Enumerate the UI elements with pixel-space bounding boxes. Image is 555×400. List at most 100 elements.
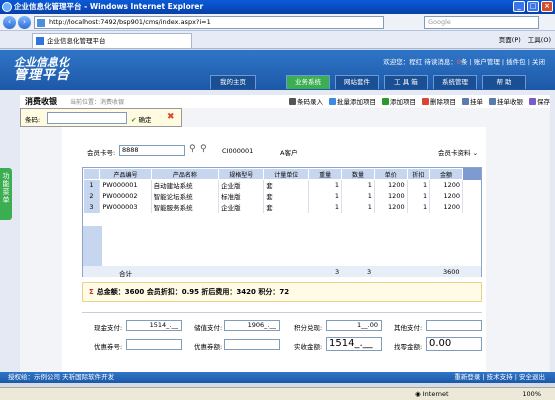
window-title: 企业信息化管理平台 - Windows Internet Explorer — [14, 2, 204, 11]
account-link[interactable]: 账户管理 — [474, 58, 500, 66]
coupon-amt-input[interactable] — [224, 339, 280, 350]
save-icon — [529, 98, 536, 105]
customer-name: A客户 — [280, 149, 298, 157]
breadcrumb: 当前位置：消费收银 — [70, 99, 125, 106]
page-menu[interactable]: 页面(P) — [499, 34, 521, 44]
function-menu-tab[interactable]: 功能菜单 — [0, 168, 12, 220]
globe-icon: ◉ — [415, 390, 421, 398]
nav-tab-home[interactable]: 我的主页 — [210, 75, 256, 89]
app-footer: 授权给：示例公司 天祈国际软件开发 重新登录 | 技术支持 | 安全退出 — [0, 372, 555, 383]
hold-checkout-button[interactable]: 挂单收银 — [489, 96, 523, 106]
col-name: 产品名称 — [150, 168, 220, 180]
points-input[interactable]: 1__.00 — [326, 320, 382, 331]
plus-icon — [382, 98, 389, 105]
customer-number: CI000001 — [222, 147, 254, 155]
page-title: 消费收银 — [25, 97, 57, 106]
window-titlebar: 企业信息化管理平台 - Windows Internet Explorer _ … — [0, 0, 555, 14]
payment-area: 现金支付: 1514_.__ 储值支付: 1906_.__ 积分兑现: 1__.… — [82, 312, 482, 356]
nav-tab-business[interactable]: 业务系统 — [286, 75, 330, 89]
batch-add-icon — [329, 98, 336, 105]
summary-bar: Σ 总金额：3600 会员折扣：0.95 折后费用：3420 积分：72 — [82, 282, 482, 302]
browser-tab-bar: 企业信息化管理平台 页面(P) 工具(O) — [0, 31, 555, 49]
close-icon[interactable]: ✖ — [167, 112, 175, 122]
stored-input[interactable]: 1906_.__ — [224, 320, 280, 331]
card-number-input[interactable]: 8888 — [119, 145, 185, 156]
barcode-entry-button[interactable]: 条码录入 — [289, 96, 323, 106]
col-amount: 金额 — [429, 168, 463, 180]
nav-tab-website[interactable]: 网站套件 — [335, 75, 379, 89]
plugin-link[interactable]: 插件包 — [506, 58, 526, 66]
received-input[interactable]: 1514_.__ — [326, 337, 382, 351]
page-icon — [37, 19, 45, 27]
minimize-button[interactable]: _ — [513, 1, 525, 12]
zoom-level[interactable]: 100% — [522, 388, 541, 400]
col-spec: 规格型号 — [218, 168, 265, 180]
forward-button[interactable]: › — [18, 16, 31, 29]
cash-input[interactable]: 1514_.__ — [126, 320, 182, 331]
save-button[interactable]: 保存 — [529, 96, 550, 106]
browser-tab[interactable]: 企业信息化管理平台 — [32, 33, 192, 48]
tools-menu[interactable]: 工具(O) — [528, 34, 551, 44]
batch-add-button[interactable]: 批量添加项目 — [329, 96, 376, 106]
close-link[interactable]: 关闭 — [532, 58, 545, 66]
stored-label: 储值支付: — [194, 324, 223, 332]
maximize-button[interactable]: □ — [527, 1, 539, 12]
col-weight: 重量 — [308, 168, 343, 180]
change-label: 找零金额: — [394, 343, 423, 351]
minus-icon — [422, 98, 429, 105]
total-amount: 3600 — [443, 268, 460, 276]
total-row: 合计 3 3 3600 — [83, 266, 481, 278]
search-input[interactable]: Google — [424, 16, 539, 29]
close-window-button[interactable]: × — [541, 1, 553, 12]
welcome-text: 欢迎您：程红 — [383, 58, 423, 66]
search-refresh-icon[interactable]: ⚲ — [200, 144, 210, 154]
check-icon: ✔ — [131, 116, 137, 124]
table-row[interactable]: 3 PW000003 智能服务系统 企业版 套 1 1 1200 1 1200 — [83, 201, 463, 213]
page-toolbar: 消费收银 当前位置：消费收银 条码录入 批量添加项目 添加项目 删除项目 挂单 … — [20, 95, 550, 108]
table-row[interactable]: 2 PW000002 智能论坛系统 标准版 套 1 1 1200 1 1200 — [83, 190, 463, 202]
barcode-popup: 条码: ✔ 确定 ✖ — [20, 108, 182, 127]
barcode-icon — [289, 98, 296, 105]
license-text: 授权给：示例公司 天祈国际软件开发 — [8, 373, 115, 381]
product-table: 产品编号 产品名称 规格型号 计量单位 重量 数量 单价 折扣 金额 1 PW0… — [82, 167, 482, 278]
internet-zone: ◉ Internet — [415, 390, 449, 398]
search-icon[interactable]: ⚲ — [189, 144, 199, 154]
table-header-row: 产品编号 产品名称 规格型号 计量单位 重量 数量 单价 折扣 金额 — [82, 168, 463, 180]
total-qty: 3 — [367, 268, 372, 276]
app-header: 企业信息化 管理平台 欢迎您：程红 待读消息：0条 | 账户管理 | 插件包 |… — [0, 50, 555, 90]
card-info-link[interactable]: 会员卡资料 ⌄ — [438, 147, 478, 157]
footer-links[interactable]: 重新登录 | 技术支持 | 安全退出 — [454, 372, 545, 382]
chevron-down-icon: ⌄ — [472, 149, 479, 157]
barcode-input[interactable] — [47, 112, 127, 124]
table-row[interactable]: 1 PW000001 自动建站系统 企业版 套 1 1 1200 1 1200 — [83, 179, 463, 191]
change-input[interactable]: 0.00 — [426, 337, 482, 351]
address-bar-row: ‹ › http://localhost:7492/bsp901/cms/ind… — [0, 14, 555, 31]
col-price: 单价 — [373, 168, 408, 180]
summary-text: 总金额：3600 会员折扣：0.95 折后费用：3420 积分：72 — [96, 288, 290, 296]
col-unit: 计量单位 — [263, 168, 310, 180]
top-links: 欢迎您：程红 待读消息：0条 | 账户管理 | 插件包 | 关闭 — [383, 58, 545, 66]
col-code: 产品编号 — [99, 168, 152, 180]
confirm-button[interactable]: ✔ 确定 — [131, 114, 152, 124]
cash-label: 现金支付: — [94, 324, 123, 332]
coupon-no-label: 优惠券号: — [94, 343, 123, 351]
checkout-icon — [489, 98, 496, 105]
hold-order-button[interactable]: 挂单 — [462, 96, 483, 106]
delete-item-button[interactable]: 删除项目 — [422, 96, 456, 106]
coupon-no-input[interactable] — [126, 339, 182, 350]
col-discount: 折扣 — [406, 168, 431, 180]
coupon-amt-label: 优惠券额: — [194, 343, 223, 351]
nav-tab-system[interactable]: 系统管理 — [433, 75, 477, 89]
points-label: 积分兑现: — [294, 324, 323, 332]
col-index — [82, 168, 101, 180]
ie-logo-icon — [2, 2, 12, 12]
sum-icon: Σ — [89, 288, 94, 296]
address-input[interactable]: http://localhost:7492/bsp901/cms/index.a… — [34, 16, 384, 29]
add-item-button[interactable]: 添加项目 — [382, 96, 416, 106]
other-input[interactable] — [426, 320, 482, 331]
nav-tab-help[interactable]: 帮 助 — [482, 75, 526, 89]
back-button[interactable]: ‹ — [3, 16, 16, 29]
nav-tab-toolbox[interactable]: 工 具 箱 — [384, 75, 428, 89]
site-favicon-icon — [36, 37, 44, 45]
pending-label: 待读消息： — [424, 58, 457, 66]
